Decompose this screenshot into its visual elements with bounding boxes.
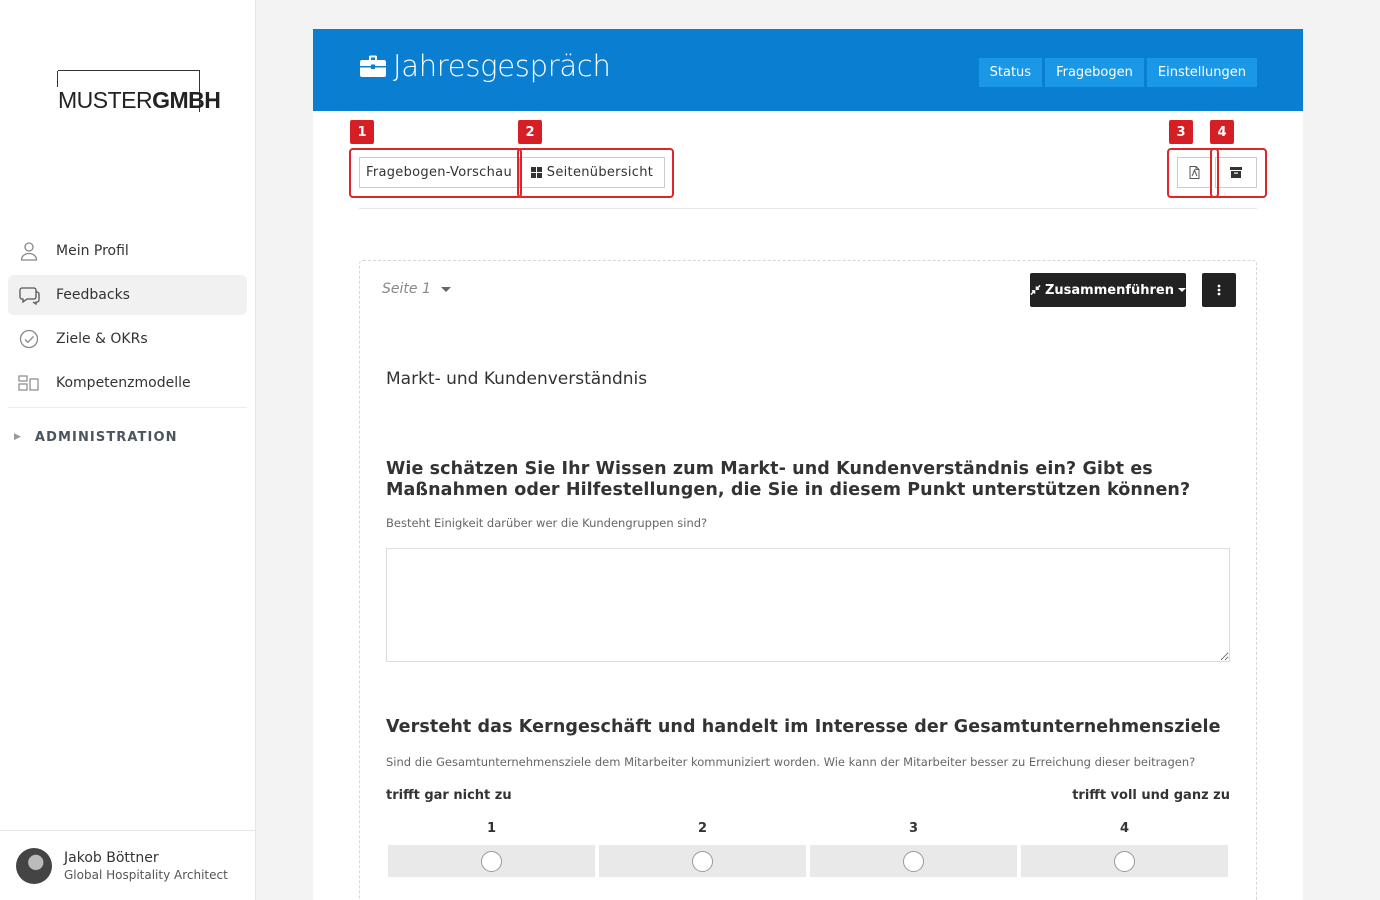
- merge-button[interactable]: Zusammenführen: [1030, 273, 1186, 307]
- page-header: Jahresgespräch Status Fragebogen Einstel…: [313, 29, 1303, 111]
- questionnaire-preview-label: Fragebogen-Vorschau: [366, 165, 512, 180]
- radio-button[interactable]: [481, 850, 502, 872]
- header-tabs: Status Fragebogen Einstellungen: [978, 58, 1257, 87]
- main-card: Jahresgespräch Status Fragebogen Einstel…: [313, 29, 1303, 900]
- annotation-badge-3: 3: [1169, 120, 1193, 144]
- rating-cell[interactable]: [388, 845, 595, 877]
- rating-option-1: 1: [388, 821, 595, 877]
- rating-number: 1: [486, 821, 497, 836]
- rating-scale: 1 2 3 4: [388, 821, 1228, 877]
- sidebar-item-label: Mein Profil: [56, 243, 129, 259]
- sidebar-item-label: Kompetenzmodelle: [56, 375, 191, 391]
- section-title: Markt- und Kundenverständnis: [386, 369, 648, 389]
- merge-label: Zusammenführen: [1044, 282, 1174, 298]
- user-profile[interactable]: Jakob Böttner Global Hospitality Archite…: [0, 830, 255, 900]
- archive-button[interactable]: [1215, 157, 1257, 188]
- pdf-export-button[interactable]: [1177, 157, 1212, 188]
- sidebar-nav: Mein Profil Feedbacks Ziele & OKRs Kompe…: [8, 231, 247, 466]
- user-name: Jakob Böttner: [64, 849, 159, 866]
- chat-icon: [18, 284, 40, 306]
- more-options-button[interactable]: [1202, 273, 1236, 307]
- user-icon: [18, 240, 40, 262]
- annotation-badge-1: 1: [350, 120, 374, 144]
- radio-button[interactable]: [692, 850, 713, 872]
- compress-icon: [1030, 284, 1041, 296]
- page-overview-button[interactable]: Seitenübersicht: [519, 157, 665, 188]
- page-title: Jahresgespräch: [359, 49, 611, 83]
- grid-squares-icon: [530, 167, 542, 178]
- question-2-hint: Sind die Gesamtunternehmensziele dem Mit…: [386, 755, 1196, 769]
- sidebar-item-feedbacks[interactable]: Feedbacks: [8, 275, 247, 315]
- caret-down-icon: [440, 286, 451, 292]
- page-selector[interactable]: Seite 1: [382, 281, 451, 297]
- questionnaire-page: Seite 1 Zusammenführen Markt- und Kunden…: [359, 260, 1257, 900]
- sidebar: MUSTERGMBH Mein Profil Feedbacks Ziele &…: [0, 0, 256, 900]
- rating-cell[interactable]: [1021, 845, 1228, 877]
- radio-button[interactable]: [903, 850, 924, 872]
- radio-button[interactable]: [1114, 850, 1135, 872]
- sidebar-item-label: Ziele & OKRs: [56, 331, 148, 347]
- annotation-badge-4: 4: [1210, 120, 1234, 144]
- grid-icon: [18, 372, 40, 394]
- rating-number: 2: [697, 821, 708, 836]
- logo-part-gmbh: GMBH: [152, 87, 221, 113]
- file-pdf-icon: [1189, 166, 1200, 179]
- toolbar: Fragebogen-Vorschau Seitenübersicht: [359, 157, 1257, 209]
- sidebar-admin-toggle[interactable]: ▶ ADMINISTRATION: [8, 408, 247, 466]
- questionnaire-preview-button[interactable]: Fragebogen-Vorschau: [359, 157, 519, 188]
- page-selector-label: Seite 1: [382, 281, 431, 297]
- scale-low-label: trifft gar nicht zu: [386, 788, 512, 803]
- tab-einstellungen[interactable]: Einstellungen: [1146, 58, 1257, 87]
- tab-status[interactable]: Status: [978, 58, 1043, 87]
- rating-cell[interactable]: [599, 845, 806, 877]
- sidebar-item-mein-profil[interactable]: Mein Profil: [8, 231, 247, 271]
- sidebar-item-label: Feedbacks: [56, 287, 130, 303]
- question-1-title: Wie schätzen Sie Ihr Wissen zum Markt- u…: [386, 459, 1191, 500]
- question-2-title: Versteht das Kerngeschäft und handelt im…: [386, 717, 1221, 737]
- company-logo[interactable]: MUSTERGMBH: [57, 70, 221, 113]
- page-overview-label: Seitenübersicht: [546, 165, 654, 180]
- check-circle-icon: [18, 328, 40, 350]
- rating-number: 3: [908, 821, 919, 836]
- annotation-badge-2: 2: [518, 120, 542, 144]
- rating-option-4: 4: [1021, 821, 1228, 877]
- logo-part-muster: MUSTER: [58, 87, 153, 113]
- question-1-hint: Besteht Einigkeit darüber wer die Kunden…: [386, 516, 708, 530]
- sidebar-item-ziele-okrs[interactable]: Ziele & OKRs: [8, 319, 247, 359]
- rating-number: 4: [1119, 821, 1130, 836]
- page-title-text: Jahresgespräch: [393, 49, 611, 83]
- caret-down-icon: [1178, 288, 1186, 292]
- vertical-dots-icon: [1217, 284, 1221, 296]
- archive-icon: [1230, 167, 1242, 178]
- admin-label: ADMINISTRATION: [34, 429, 178, 445]
- caret-right-icon: ▶: [14, 432, 21, 442]
- tab-fragebogen[interactable]: Fragebogen: [1045, 58, 1144, 87]
- rating-option-3: 3: [810, 821, 1017, 877]
- rating-cell[interactable]: [810, 845, 1017, 877]
- briefcase-icon: [360, 55, 386, 77]
- scale-high-label: trifft voll und ganz zu: [1072, 788, 1230, 803]
- avatar: [16, 847, 52, 884]
- question-1-answer-textarea[interactable]: [386, 548, 1230, 662]
- rating-option-2: 2: [599, 821, 806, 877]
- user-role: Global Hospitality Architect: [64, 867, 228, 882]
- sidebar-item-kompetenzmodelle[interactable]: Kompetenzmodelle: [8, 363, 247, 403]
